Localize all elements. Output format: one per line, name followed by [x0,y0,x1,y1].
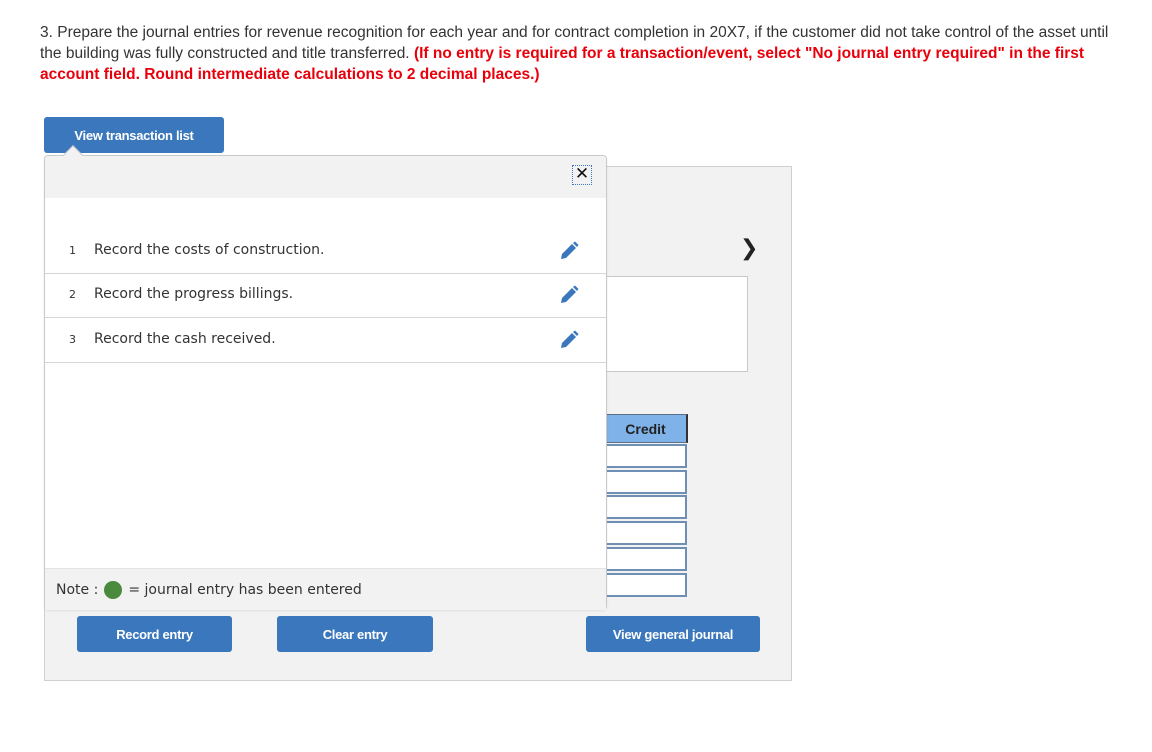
close-icon[interactable]: ✕ [572,165,592,185]
view-general-journal-button[interactable]: View general journal [586,616,760,652]
record-entry-button[interactable]: Record entry [77,616,232,652]
popup-header [45,156,606,198]
entered-indicator-icon [104,580,123,599]
question-text: 3. Prepare the journal entries for reven… [40,22,1120,85]
pencil-icon[interactable] [559,285,579,305]
transaction-label: Record the progress billings. [94,286,294,302]
transaction-list-popup: ✕ 1 Record the costs of construction. 2 … [44,145,607,610]
credit-column-header: Credit [604,414,688,443]
transaction-row[interactable]: 3 Record the cash received. [45,319,606,363]
transaction-row[interactable]: 2 Record the progress billings. [45,274,606,318]
credit-input[interactable] [604,444,687,468]
transaction-number: 3 [69,333,76,346]
transaction-label: Record the cash received. [94,331,276,347]
transaction-number: 1 [69,244,76,257]
chevron-right-icon[interactable]: ❯ [740,236,758,261]
credit-input[interactable] [604,573,687,597]
transaction-number: 2 [69,288,76,301]
transaction-row[interactable]: 1 Record the costs of construction. [45,230,606,274]
credit-input[interactable] [604,547,687,571]
note-text: = journal entry has been entered [128,581,362,598]
credit-input[interactable] [604,495,687,519]
note-prefix: Note : [56,581,99,598]
credit-input[interactable] [604,521,687,545]
legend-note: Note : = journal entry has been entered [45,568,606,610]
clear-entry-button[interactable]: Clear entry [277,616,433,652]
pencil-icon[interactable] [559,241,579,261]
credit-input[interactable] [604,470,687,494]
transaction-label: Record the costs of construction. [94,242,325,258]
pencil-icon[interactable] [559,330,579,350]
transaction-description-box [600,276,748,372]
